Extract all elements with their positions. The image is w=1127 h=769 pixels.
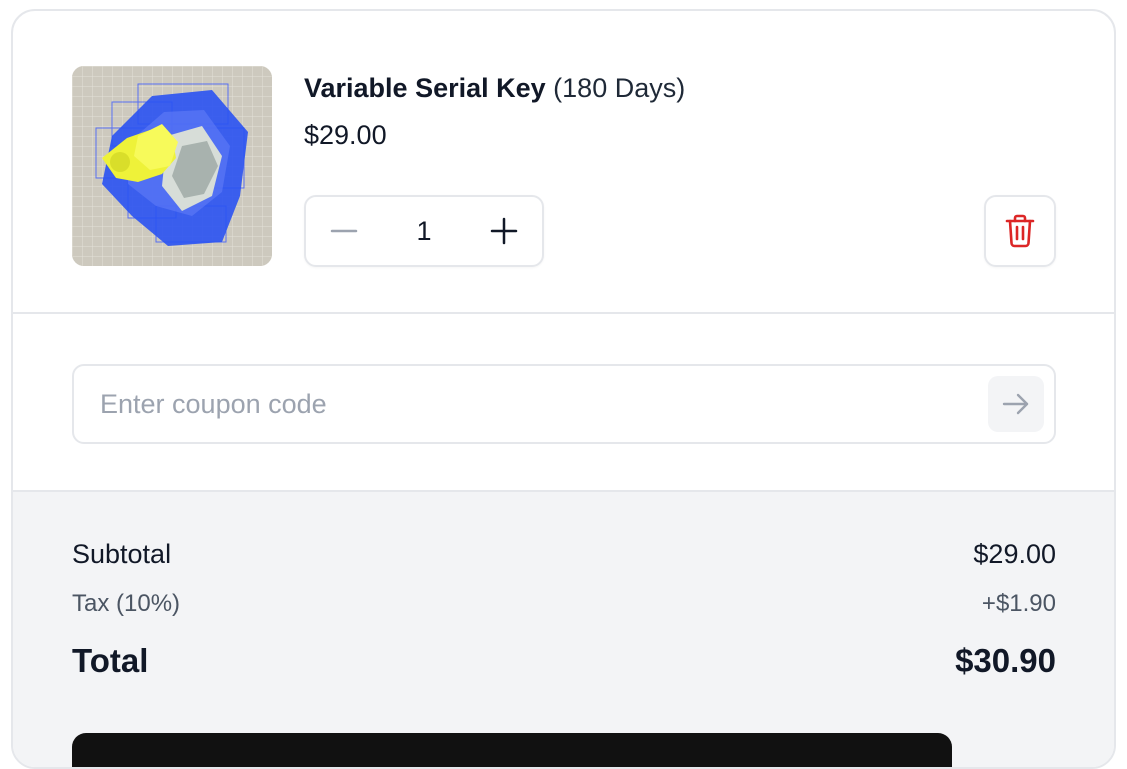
- tax-label: Tax (10%): [72, 590, 181, 617]
- quantity-stepper: 1: [304, 195, 544, 267]
- product-price: $29.00: [304, 120, 387, 150]
- tax-value: +$1.90: [981, 590, 1056, 617]
- decrease-quantity-button[interactable]: [306, 197, 382, 265]
- checkout-button[interactable]: [72, 733, 952, 767]
- cart-card: Variable Serial Key (180 Days) $29.00 1: [11, 9, 1116, 769]
- quantity-value[interactable]: 1: [382, 197, 466, 265]
- total-row: Total $30.90: [72, 642, 1056, 680]
- cart-item: Variable Serial Key (180 Days) $29.00 1: [13, 11, 1114, 314]
- tax-row: Tax (10%) +$1.90: [72, 590, 1056, 618]
- order-summary: Subtotal $29.00 Tax (10%) +$1.90 Total $…: [13, 492, 1114, 767]
- increase-quantity-button[interactable]: [466, 197, 542, 265]
- product-thumbnail: [72, 66, 272, 266]
- arrow-right-icon: [1002, 393, 1029, 415]
- product-title: Variable Serial Key: [304, 73, 546, 103]
- subtotal-value: $29.00: [973, 539, 1056, 569]
- remove-item-button[interactable]: [984, 195, 1056, 267]
- apply-coupon-button[interactable]: [988, 376, 1044, 432]
- product-name: Variable Serial Key (180 Days): [304, 71, 685, 105]
- subtotal-row: Subtotal $29.00: [72, 539, 1056, 570]
- plus-icon: [490, 217, 518, 245]
- total-label: Total: [72, 642, 149, 679]
- subtotal-label: Subtotal: [72, 539, 172, 569]
- product-thumbnail-image: [72, 66, 272, 266]
- total-value: $30.90: [955, 642, 1056, 679]
- coupon-field: [72, 364, 1056, 444]
- product-variant: (180 Days): [553, 73, 686, 103]
- trash-icon: [1005, 214, 1035, 248]
- coupon-input[interactable]: [74, 366, 974, 442]
- coupon-section: [13, 314, 1114, 492]
- minus-icon: [330, 229, 358, 233]
